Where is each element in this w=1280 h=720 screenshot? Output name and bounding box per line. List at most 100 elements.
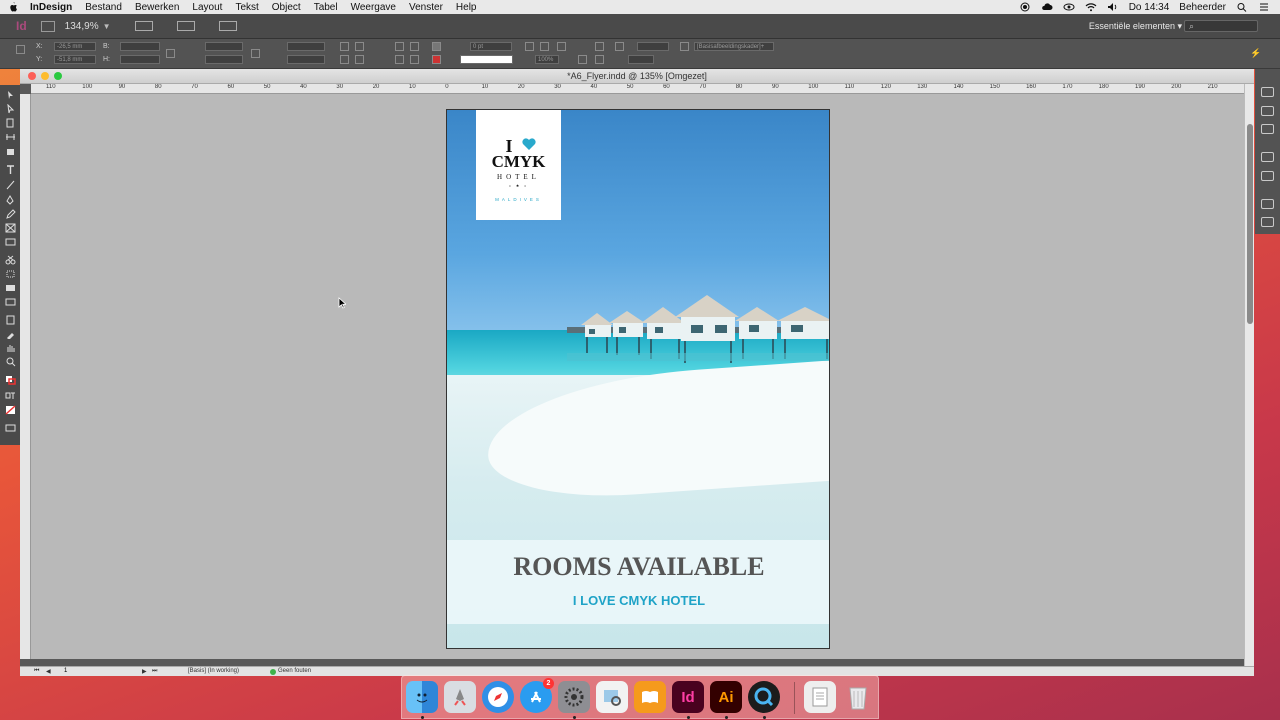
first-spread-button[interactable]: ⏮ [34,668,39,675]
select-previous-icon[interactable] [395,55,404,64]
scissors-tool-icon[interactable] [5,255,16,265]
preview-icon[interactable] [596,681,628,713]
gap-tool-icon[interactable] [5,132,16,142]
eyedropper-tool-icon[interactable] [5,329,16,339]
spotlight-icon[interactable] [1236,2,1248,12]
object-style-icon[interactable] [680,42,689,51]
creative-cloud-icon[interactable] [1041,2,1053,12]
arrange-documents-button[interactable] [218,21,237,31]
width-field[interactable] [120,42,160,51]
stroke-type-select[interactable] [460,55,513,64]
free-transform-tool-icon[interactable] [5,269,16,279]
screen-mode-button[interactable] [176,21,195,31]
screen-mode-icon[interactable] [5,423,16,433]
note-tool-icon[interactable] [5,315,16,325]
menu-app-name[interactable]: InDesign [30,2,72,13]
rotation-field[interactable] [287,42,325,51]
page-tool-icon[interactable] [5,118,16,128]
documents-stack-icon[interactable] [804,681,836,713]
flyer-page[interactable]: I CMYK HOTEL • ★ • MALDIVES ROOMS AVAILA… [446,109,830,649]
direct-selection-tool-icon[interactable] [5,104,16,114]
menu-tekst[interactable]: Tekst [235,2,258,13]
color-panel-icon[interactable] [1261,171,1274,181]
rotate-ccw-icon[interactable] [355,42,364,51]
menu-layout[interactable]: Layout [192,2,222,13]
apple-icon[interactable] [8,2,18,12]
reference-point-icon[interactable] [16,45,25,54]
y-field[interactable]: -51,8 mm [54,55,96,64]
shear-field[interactable] [287,55,325,64]
zoom-level[interactable]: 134,9% [65,21,99,32]
quick-apply-icon[interactable]: ⚡ [1250,48,1261,58]
hand-tool-icon[interactable] [5,343,16,353]
object-style-select[interactable]: [Basisafbeeldingskader]+ [694,42,774,51]
headline-band[interactable]: ROOMS AVAILABLE I LOVE CMYK HOTEL [447,540,829,624]
fill-stroke-swatch-icon[interactable] [5,375,16,385]
prev-spread-button[interactable]: ◀ [46,668,51,675]
menu-user[interactable]: Beheerder [1179,2,1226,13]
effects-icon[interactable] [557,42,566,51]
last-spread-button[interactable]: ⏭ [152,668,157,675]
scale-y-field[interactable] [205,55,243,64]
layers-panel-icon[interactable] [1261,106,1274,116]
line-tool-icon[interactable] [5,180,16,190]
height-field[interactable] [120,55,160,64]
eye-icon[interactable] [1063,2,1075,12]
workspace-switcher[interactable]: Essentiële elementen ▾ [1089,21,1182,32]
record-icon[interactable] [1019,2,1031,12]
scale-x-field[interactable] [205,42,243,51]
safari-icon[interactable] [482,681,514,713]
flip-v-icon[interactable] [355,55,364,64]
opacity-field[interactable]: 100% [535,55,559,64]
corner-size-field[interactable] [637,42,669,51]
fit-content-icon[interactable] [525,42,534,51]
swatches-panel-icon[interactable] [1261,199,1274,209]
select-next-icon[interactable] [410,55,419,64]
cc-libraries-icon[interactable] [1261,217,1274,227]
view-options-button[interactable] [134,21,153,31]
selection-tool-icon[interactable] [5,90,16,100]
wrap-bbox-icon[interactable] [578,55,587,64]
ibooks-icon[interactable] [634,681,666,713]
links-panel-icon[interactable] [1261,124,1274,134]
fit-frame-icon[interactable] [540,42,549,51]
page-number-field[interactable]: 1 [64,668,67,674]
app-store-icon[interactable]: 2 [520,678,554,713]
pencil-tool-icon[interactable] [5,209,16,219]
horizontal-ruler[interactable]: 110 100 90 80 70 60 50 40 30 20 10 0 10 20 30 40 50 60 70 8… [31,84,1244,94]
rotate-cw-icon[interactable] [340,42,349,51]
finder-icon[interactable] [406,681,438,713]
menu-object[interactable]: Object [272,2,301,13]
vertical-ruler[interactable] [20,94,31,659]
menu-help[interactable]: Help [456,2,477,13]
stroke-swatch-icon[interactable] [432,55,441,64]
gradient-feather-tool-icon[interactable] [5,297,16,307]
volume-icon[interactable] [1107,2,1119,12]
preflight-status[interactable]: Geen fouten [278,668,311,674]
select-container-icon[interactable] [395,42,404,51]
notification-center-icon[interactable] [1258,2,1270,12]
vertical-scrollbar[interactable] [1244,84,1254,666]
link-scale-icon[interactable] [251,49,260,58]
menu-weergave[interactable]: Weergave [351,2,396,13]
content-collector-icon[interactable] [5,146,16,156]
stroke-weight-field[interactable]: 0 pt [470,42,512,51]
type-tool-icon[interactable] [5,165,16,175]
apply-none-icon[interactable] [5,405,16,415]
menu-bestand[interactable]: Bestand [85,2,122,13]
x-field[interactable]: -26,5 mm [54,42,96,51]
system-preferences-icon[interactable] [558,681,590,713]
menu-tabel[interactable]: Tabel [314,2,338,13]
stock-search-input[interactable]: ⌕ [1184,20,1258,32]
headline-text[interactable]: ROOMS AVAILABLE [447,552,829,582]
rectangle-tool-icon[interactable] [5,237,16,247]
menu-clock[interactable]: Do 14:34 [1129,2,1170,13]
flip-h-icon[interactable] [340,55,349,64]
rectangle-frame-tool-icon[interactable] [5,223,16,233]
menu-bewerken[interactable]: Bewerken [135,2,179,13]
profile-select[interactable]: [Basis] (In working) [188,668,239,674]
zoom-dropdown-icon[interactable]: ▼ [103,22,111,31]
launchpad-icon[interactable] [444,681,476,713]
pages-panel-icon[interactable] [1261,87,1274,97]
scrollbar-thumb[interactable] [1247,124,1253,324]
